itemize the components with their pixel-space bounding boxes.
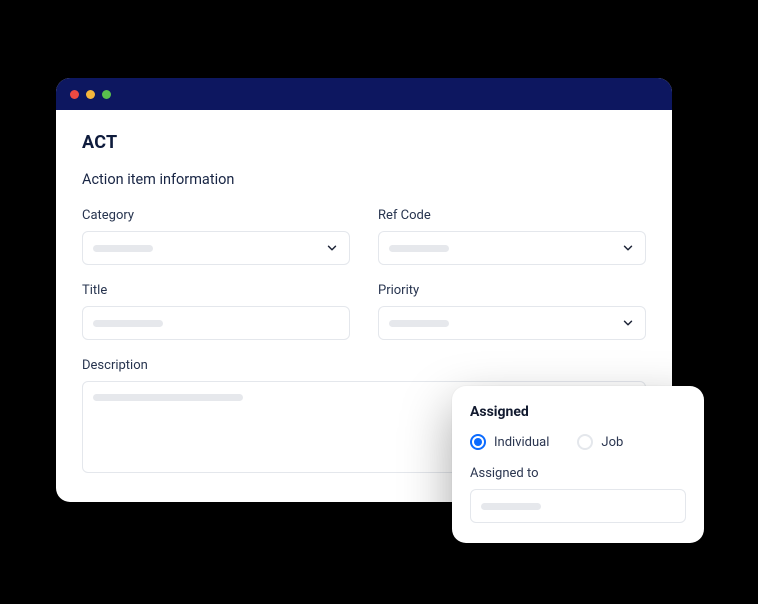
page-title: ACT [82, 132, 646, 153]
placeholder-icon [389, 245, 449, 252]
refcode-label: Ref Code [378, 208, 646, 223]
radio-label: Individual [494, 435, 549, 450]
category-label: Category [82, 208, 350, 223]
title-field: Title [82, 283, 350, 340]
description-label: Description [82, 358, 646, 373]
chevron-down-icon [621, 316, 635, 330]
refcode-select[interactable] [378, 231, 646, 265]
window-titlebar [56, 78, 672, 110]
chevron-down-icon [621, 241, 635, 255]
priority-select[interactable] [378, 306, 646, 340]
assigned-to-label: Assigned to [470, 466, 686, 481]
assigned-to-input[interactable] [470, 489, 686, 523]
placeholder-icon [389, 320, 449, 327]
placeholder-icon [93, 245, 153, 252]
assigned-radio-group: Individual Job [470, 434, 686, 450]
assigned-radio-individual[interactable]: Individual [470, 434, 549, 450]
radio-icon [470, 434, 486, 450]
section-title: Action item information [82, 171, 646, 188]
minimize-icon[interactable] [86, 90, 95, 99]
radio-label: Job [601, 435, 623, 450]
chevron-down-icon [325, 241, 339, 255]
assigned-title: Assigned [470, 404, 686, 420]
assigned-radio-job[interactable]: Job [577, 434, 623, 450]
assigned-popup: Assigned Individual Job Assigned to [452, 386, 704, 543]
radio-icon [577, 434, 593, 450]
title-input[interactable] [82, 306, 350, 340]
placeholder-icon [481, 503, 541, 510]
title-label: Title [82, 283, 350, 298]
placeholder-icon [93, 320, 163, 327]
priority-field: Priority [378, 283, 646, 340]
priority-label: Priority [378, 283, 646, 298]
refcode-field: Ref Code [378, 208, 646, 265]
zoom-icon[interactable] [102, 90, 111, 99]
placeholder-icon [93, 394, 243, 401]
category-select[interactable] [82, 231, 350, 265]
category-field: Category [82, 208, 350, 265]
close-icon[interactable] [70, 90, 79, 99]
